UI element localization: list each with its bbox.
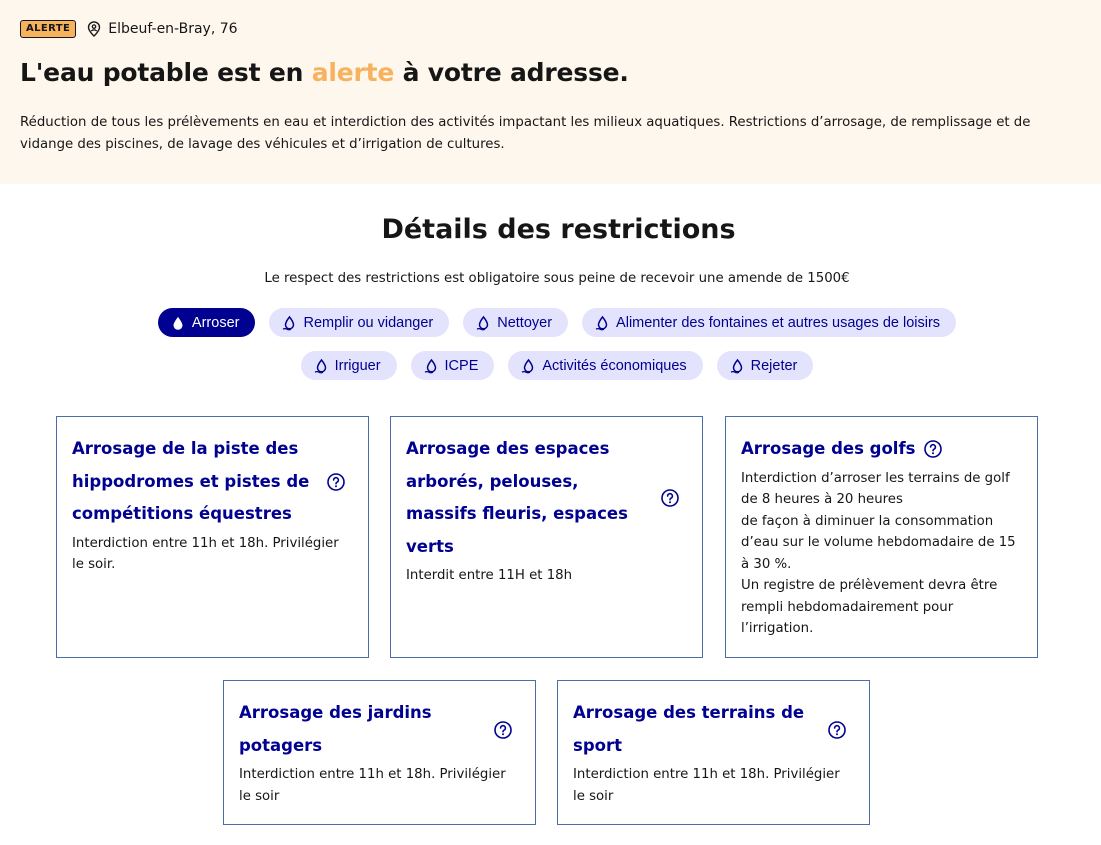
water-drop-icon [283,315,295,330]
tab-icpe[interactable]: ICPE [410,351,495,380]
card-text: Interdiction d’arroser les terrains de g… [741,470,1016,637]
tab-nettoyer[interactable]: Nettoyer [463,308,569,337]
card-title: Arrosage des terrains de sport [573,703,805,755]
question-circle-icon[interactable] [827,720,847,740]
page-title: L'eau potable est en alerte à votre adre… [20,55,629,91]
card-header: Arrosage des golfs [741,433,1021,466]
water-drop-icon [314,358,326,373]
tab-alimenter-fontaines[interactable]: Alimenter des fontaines et autres usages… [582,308,957,337]
tab-label: Rejeter [750,357,798,374]
restriction-card: Arrosage des jardins potagers Interdicti… [223,680,536,825]
tab-label: Arroser [191,314,240,331]
restriction-tabs: Arroser Remplir ou vidanger Nettoyer Ali… [0,308,1101,394]
water-drop-icon [595,315,608,330]
tab-arroser[interactable]: Arroser [157,308,256,337]
restriction-card: Arrosage des espaces arborés, pelouses, … [390,416,703,658]
card-title: Arrosage des espaces arborés, pelouses, … [406,439,628,556]
card-text: Interdiction entre 11h et 18h. Privilégi… [573,767,840,804]
alert-badge: ALERTE [20,20,77,38]
question-circle-icon[interactable] [660,488,680,508]
tab-row-1: Arroser Remplir ou vidanger Nettoyer Ali… [0,308,1101,337]
question-circle-icon[interactable] [493,720,513,740]
tab-remplir-vidanger[interactable]: Remplir ou vidanger [269,308,450,337]
question-circle-icon[interactable] [923,439,943,459]
title-part-1: L'eau potable est en [20,58,312,87]
tab-rejeter[interactable]: Rejeter [716,351,814,380]
card-title: Arrosage des jardins potagers [239,703,432,755]
card-text: Interdiction entre 11h et 18h. Privilégi… [239,767,506,804]
question-circle-icon[interactable] [326,472,346,492]
water-drop-icon [424,358,436,373]
location-text: Elbeuf-en-Bray, 76 [108,21,238,37]
section-subtitle: Le respect des restrictions est obligato… [264,271,850,286]
alert-description: Réduction de tous les prélèvements en ea… [20,115,1031,152]
water-drop-icon [522,358,534,373]
water-drop-icon [173,316,183,330]
location-row: ALERTE Elbeuf-en-Bray, 76 [20,18,238,40]
restriction-card: Arrosage des golfs Interdiction d’arrose… [725,416,1038,658]
tab-irriguer[interactable]: Irriguer [300,351,397,380]
card-header: Arrosage des espaces arborés, pelouses, … [406,433,686,563]
tab-label: ICPE [444,357,479,374]
card-header: Arrosage des terrains de sport [573,697,853,762]
title-part-2: à votre adresse. [394,58,629,87]
tab-label: Nettoyer [497,314,553,331]
card-text: Interdiction entre 11h et 18h. Privilégi… [72,535,339,573]
tab-row-2: Irriguer ICPE Activités économiques Reje… [0,351,1101,380]
title-alert-word: alerte [311,58,395,87]
card-title: Arrosage des golfs [741,439,916,458]
card-title: Arrosage de la piste des hippodromes et … [72,439,310,523]
tab-label: Alimenter des fontaines et autres usages… [616,314,941,331]
water-drop-icon [476,315,489,330]
tab-label: Activités économiques [542,357,687,374]
tab-label: Remplir ou vidanger [303,314,434,331]
card-text: Interdit entre 11H et 18h [406,568,573,583]
card-header: Arrosage de la piste des hippodromes et … [72,433,352,531]
tab-label: Irriguer [334,357,381,374]
alert-banner: ALERTE Elbeuf-en-Bray, 76 L'eau potable … [0,0,1101,184]
tab-activites-economiques[interactable]: Activités économiques [508,351,703,380]
water-drop-icon [730,358,742,373]
restriction-card: Arrosage des terrains de sport Interdict… [557,680,870,825]
map-pin-user-icon [88,21,101,37]
section-title: Détails des restrictions [381,214,736,245]
card-header: Arrosage des jardins potagers [239,697,519,762]
restriction-card: Arrosage de la piste des hippodromes et … [56,416,369,658]
